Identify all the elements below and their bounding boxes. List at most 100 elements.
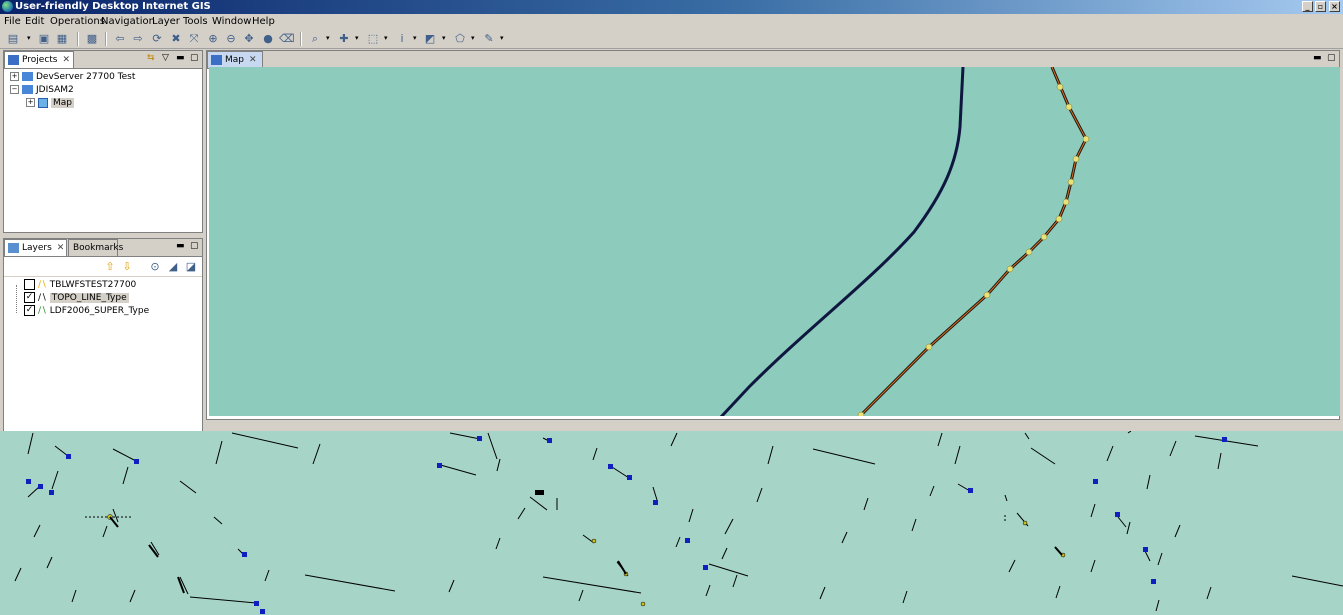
- move-up-icon[interactable]: ⇧: [103, 260, 117, 273]
- projects-tabstrip: Projects ✕ ⇆ ▽ ▬ ▢: [4, 51, 202, 69]
- chevron-down-icon[interactable]: ▾: [326, 32, 332, 45]
- layer-label: LDF2006_SUPER_Type: [49, 306, 150, 316]
- map-line-segments: [14, 431, 1343, 612]
- tree-item-map[interactable]: + Map: [26, 97, 74, 110]
- line-layer-icon: ∕∖: [38, 293, 47, 303]
- tab-projects[interactable]: Projects ✕: [4, 51, 74, 68]
- layer-row[interactable]: ∕∖ TBLWFSTEST27700: [24, 279, 136, 292]
- expand-icon[interactable]: +: [10, 72, 19, 81]
- maximize-icon[interactable]: ▢: [190, 53, 199, 63]
- new-icon[interactable]: ▤: [6, 32, 20, 45]
- close-button[interactable]: ×: [1329, 1, 1340, 12]
- record-icon[interactable]: ●: [261, 32, 275, 45]
- tab-bookmarks[interactable]: Bookmarks: [68, 239, 123, 256]
- link-icon[interactable]: ⇆: [147, 53, 155, 63]
- chevron-down-icon[interactable]: ▾: [413, 32, 419, 45]
- layer-visibility-checkbox[interactable]: ✓: [24, 305, 35, 316]
- close-icon[interactable]: ✕: [249, 55, 257, 65]
- layer-edit-icon[interactable]: ◪: [184, 260, 198, 273]
- info-icon[interactable]: i: [395, 32, 409, 45]
- zoom-full-icon[interactable]: ⤧: [187, 32, 201, 45]
- tree-item-label: DevServer 27700 Test: [36, 72, 136, 82]
- view-menu-icon[interactable]: ▽: [162, 53, 169, 63]
- layers-toolbar: ⇧ ⇩ ⊙ ◢ ◪: [4, 257, 202, 277]
- layer-label: TBLWFSTEST27700: [49, 280, 137, 290]
- layer-visibility-checkbox[interactable]: [24, 279, 35, 290]
- pan-icon[interactable]: ✥: [242, 32, 256, 45]
- maximize-icon[interactable]: ▢: [190, 241, 199, 251]
- map-render-strip[interactable]: [0, 431, 1343, 615]
- move-down-icon[interactable]: ⇩: [120, 260, 134, 273]
- print-icon[interactable]: ▩: [85, 32, 99, 45]
- eraser-icon[interactable]: ⌫: [279, 32, 295, 45]
- minimize-icon[interactable]: ▬: [176, 241, 185, 251]
- app-icon: [2, 1, 13, 12]
- zoom-to-layer-icon[interactable]: ⊙: [148, 260, 162, 273]
- chevron-down-icon[interactable]: ▾: [384, 32, 390, 45]
- title-bar: User-friendly Desktop Internet GIS _ ▫ ×: [0, 0, 1343, 14]
- layer-row[interactable]: ✓ ∕∖ TOPO_LINE_Type: [24, 292, 129, 305]
- move-icon[interactable]: ✚: [337, 32, 351, 45]
- menu-layer[interactable]: Layer: [152, 15, 180, 28]
- minimize-button[interactable]: _: [1302, 1, 1313, 12]
- maximize-button[interactable]: ▫: [1315, 1, 1326, 12]
- map-canvas[interactable]: [209, 67, 1340, 416]
- save-icon[interactable]: ▣: [37, 32, 51, 45]
- zoom-out-icon[interactable]: ⊖: [224, 32, 238, 45]
- toolbar-separator: [77, 32, 79, 46]
- close-icon[interactable]: ✕: [62, 55, 70, 65]
- project-icon: [22, 72, 33, 81]
- menu-window[interactable]: Window: [212, 15, 251, 28]
- toolbar-separator: [105, 32, 107, 46]
- refresh-icon[interactable]: ⟳: [150, 32, 164, 45]
- map-feature-line[interactable]: [859, 67, 1087, 416]
- layers-tabstrip: Layers ✕ Bookmarks ▬ ▢: [4, 239, 202, 257]
- tab-map-label: Map: [225, 55, 244, 65]
- chevron-down-icon[interactable]: ▾: [442, 32, 448, 45]
- save-all-icon[interactable]: ▦: [55, 32, 69, 45]
- layers-icon: [8, 243, 19, 253]
- tool-icon[interactable]: ✎: [482, 32, 496, 45]
- chevron-down-icon[interactable]: ▾: [355, 32, 361, 45]
- expand-icon[interactable]: +: [26, 98, 35, 107]
- minimize-icon[interactable]: ▬: [176, 53, 185, 63]
- chevron-down-icon[interactable]: ▾: [27, 32, 33, 45]
- select-box-icon[interactable]: ⬚: [366, 32, 380, 45]
- menu-edit[interactable]: Edit: [25, 15, 44, 28]
- edit-geometry-icon[interactable]: ⬠: [453, 32, 467, 45]
- tree-item-project[interactable]: − JDISAM2: [10, 84, 74, 97]
- map-dashed-segments: [85, 501, 1006, 523]
- back-icon[interactable]: ⇦: [113, 32, 127, 45]
- tab-map[interactable]: Map ✕: [207, 51, 263, 68]
- layer-style-icon[interactable]: ◩: [423, 32, 437, 45]
- layer-row[interactable]: ✓ ∕∖ LDF2006_SUPER_Type: [24, 305, 149, 318]
- stop-icon[interactable]: ✖: [169, 32, 183, 45]
- window-title: User-friendly Desktop Internet GIS: [15, 1, 211, 12]
- project-icon: [22, 85, 33, 94]
- magnify-icon[interactable]: ⌕: [308, 32, 322, 45]
- layer-style-icon[interactable]: ◢: [166, 260, 180, 273]
- layer-visibility-checkbox[interactable]: ✓: [24, 292, 35, 303]
- collapse-icon[interactable]: −: [10, 85, 19, 94]
- zoom-in-icon[interactable]: ⊕: [206, 32, 220, 45]
- map-feature-line[interactable]: [707, 67, 965, 416]
- map-feature-line[interactable]: [857, 67, 1088, 416]
- layer-label: TOPO_LINE_Type: [49, 293, 129, 303]
- chevron-down-icon[interactable]: ▾: [471, 32, 477, 45]
- menu-tools[interactable]: Tools: [183, 15, 208, 28]
- tab-layers-label: Layers: [22, 243, 52, 253]
- tab-layers[interactable]: Layers ✕: [4, 239, 67, 256]
- menu-navigation[interactable]: Navigation: [101, 15, 155, 28]
- forward-icon[interactable]: ⇨: [131, 32, 145, 45]
- menu-file[interactable]: File: [4, 15, 21, 28]
- maximize-icon[interactable]: ▢: [1327, 53, 1336, 63]
- projects-icon: [8, 55, 19, 65]
- close-icon[interactable]: ✕: [57, 243, 65, 253]
- chevron-down-icon[interactable]: ▾: [500, 32, 506, 45]
- tree-item-project[interactable]: + DevServer 27700 Test: [10, 71, 135, 84]
- menu-operations[interactable]: Operations: [50, 15, 105, 28]
- minimize-icon[interactable]: ▬: [1313, 53, 1322, 63]
- tree-connector: [16, 285, 18, 313]
- map-point-markers: [26, 436, 1227, 614]
- menu-help[interactable]: Help: [252, 15, 275, 28]
